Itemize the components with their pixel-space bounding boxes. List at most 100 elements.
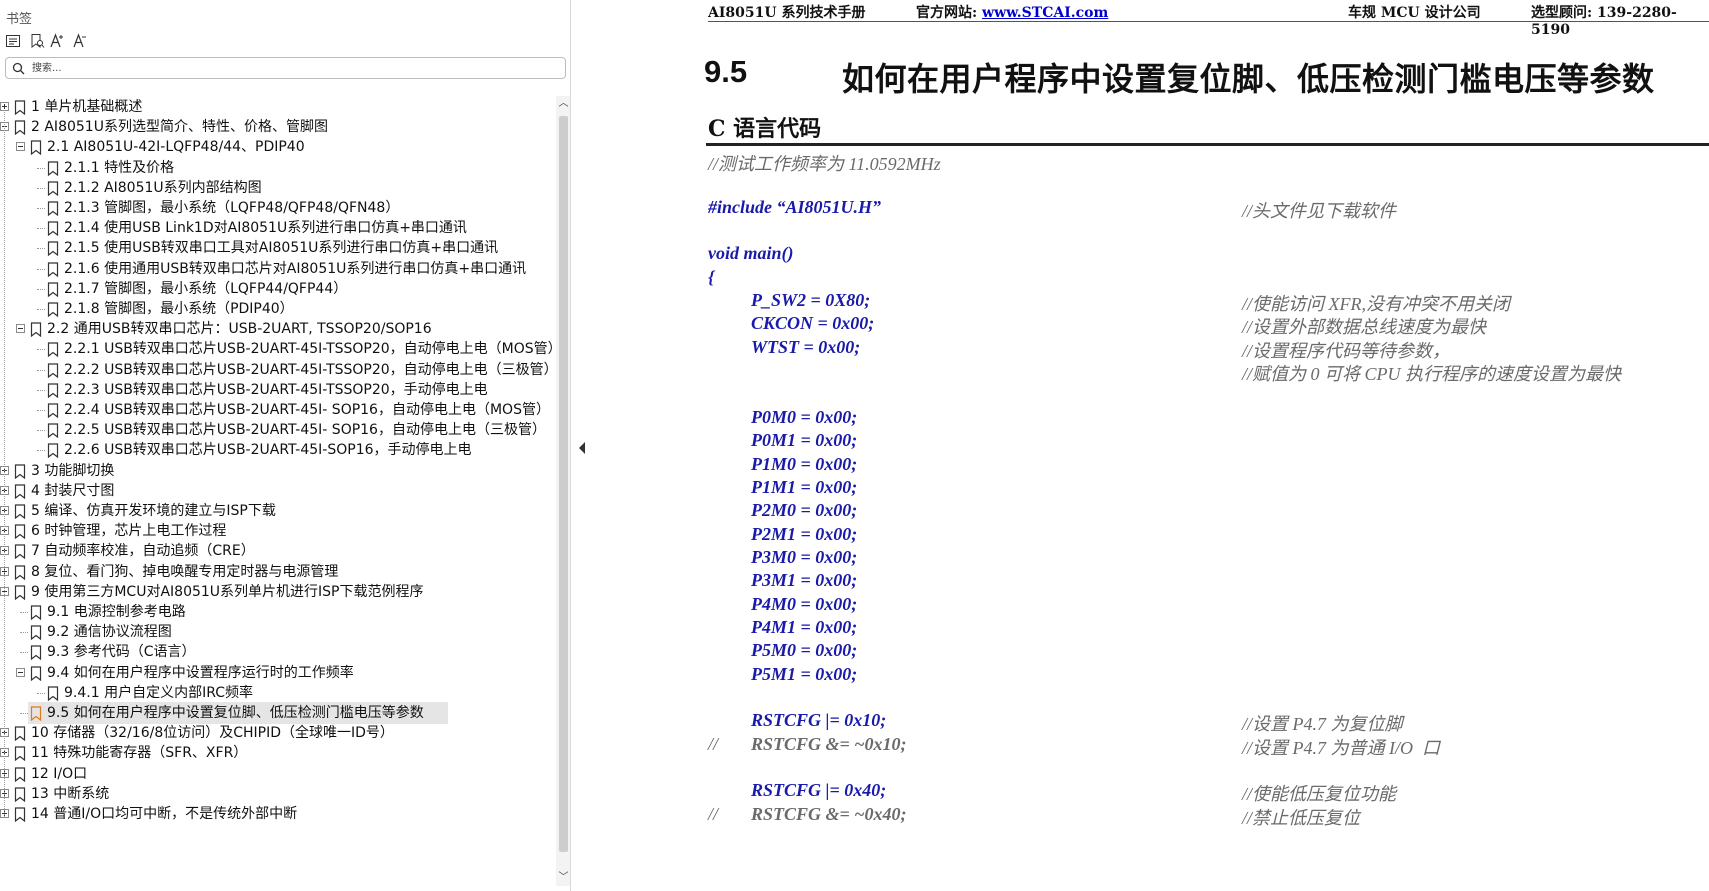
bookmark-icon: [30, 605, 42, 620]
tree-item[interactable]: 2.2.1 USB转双串口芯片USB-2UART-45I-TSSOP20，自动停…: [0, 338, 556, 360]
tree-item[interactable]: 10 存储器（32/16/8位访问）及CHIPID（全球唯一ID号）: [0, 722, 556, 744]
tree-item[interactable]: 2.1.6 使用通用USB转双串口芯片对AI8051U系列进行串口仿真+串口通讯: [0, 258, 556, 280]
bookmark-icon: [47, 282, 59, 297]
tree-item[interactable]: 2.1.2 AI8051U系列内部结构图: [0, 177, 556, 199]
tree-connector: [20, 632, 28, 634]
bookmark-icon: [14, 463, 26, 479]
tree-item[interactable]: 2.2 通用USB转双串口芯片：USB-2UART, TSSOP20/SOP16: [0, 318, 556, 340]
code-line: CKCON = 0x00;: [751, 313, 875, 334]
bookmark-icon: [14, 564, 26, 580]
search-input[interactable]: [32, 59, 552, 77]
collapse-icon[interactable]: [16, 667, 25, 677]
bookmark-icon: [14, 484, 26, 499]
tree-item[interactable]: 2.1.8 管脚图，最小系统（PDIP40）: [0, 298, 556, 320]
tree-item-label: 9.1 电源控制参考电路: [47, 604, 186, 620]
tree-item[interactable]: 9.2 通信协议流程图: [0, 621, 556, 643]
tree-item[interactable]: 6 时钟管理，芯片上电工作过程: [0, 520, 556, 542]
search-field[interactable]: [5, 57, 566, 79]
bookmark-icon: [14, 807, 26, 822]
code-line: P4M0 = 0x00;: [751, 593, 858, 614]
tree-item[interactable]: 14 普通I/O口均可中断，不是传统外部中断: [0, 803, 556, 825]
collapse-panel-icon[interactable]: [578, 440, 586, 454]
tree-item[interactable]: 2.2.2 USB转双串口芯片USB-2UART-45I-TSSOP20，自动停…: [0, 359, 556, 381]
collapse-icon[interactable]: [16, 142, 25, 152]
sidebar-scrollbar[interactable]: ︿ ﹀: [556, 96, 570, 886]
tree-item[interactable]: 5 编译、仿真开发环境的建立与ISP下载: [0, 500, 556, 522]
tree-connector: [37, 369, 45, 371]
website-link[interactable]: www.STCAI.com: [982, 5, 1108, 21]
bookmark-icon: [47, 221, 59, 237]
code-line: P3M0 = 0x00;: [751, 546, 858, 567]
tree-item[interactable]: 9.3 参考代码（C语言）: [0, 641, 556, 663]
bookmark-icon: [47, 403, 59, 418]
tree-item[interactable]: 2.1 AI8051U-42I-LQFP48/44、PDIP40: [0, 136, 556, 158]
bookmark-icon: [30, 665, 42, 681]
tree-item[interactable]: 2.2.3 USB转双串口芯片USB-2UART-45I-TSSOP20，手动停…: [0, 379, 556, 401]
bookmark-icon: [14, 585, 26, 600]
page-header: AI8051U 系列技术手册 官方网站: www.STCAI.com 车规 MC…: [708, 0, 1709, 38]
tree-connector: [37, 248, 45, 250]
bookmark-icon: [14, 544, 26, 560]
bookmark-icon: [14, 504, 26, 519]
tree-item[interactable]: 13 中断系统: [0, 783, 556, 805]
document-page: AI8051U 系列技术手册 官方网站: www.STCAI.com 车规 MC…: [592, 0, 1709, 891]
tree-item[interactable]: 11 特殊功能寄存器（SFR、XFR）: [0, 742, 556, 764]
code-line: P5M0 = 0x00;: [751, 640, 858, 661]
consultant-phone: 选型顾问: 139-2280-5190: [1531, 5, 1677, 38]
tree-item[interactable]: 1 单片机基础概述: [0, 96, 556, 118]
tree-item[interactable]: 8 复位、看门狗、掉电唤醒专用定时器与电源管理: [0, 561, 556, 583]
tree-connector: [37, 410, 45, 411]
tree-item-label: 3 功能脚切换: [31, 462, 115, 479]
code-comment: //使能低压复位功能: [1242, 784, 1397, 805]
tree-connector: [20, 713, 28, 714]
tree-item-label: 2.2.6 USB转双串口芯片USB-2UART-45I-SOP16，手动停电上…: [64, 442, 472, 459]
tree-item-label: 13 中断系统: [31, 785, 110, 802]
tree-item-label: 11 特殊功能寄存器（SFR、XFR）: [31, 745, 248, 762]
tree-item[interactable]: 9.4.1 用户自定义内部IRC频率: [0, 682, 556, 704]
tree-item[interactable]: 2.2.6 USB转双串口芯片USB-2UART-45I-SOP16，手动停电上…: [0, 439, 556, 461]
tree-item[interactable]: 2.2.5 USB转双串口芯片USB-2UART-45I- SOP16，自动停电…: [0, 419, 556, 441]
tree-item[interactable]: 12 I/O口: [0, 763, 556, 785]
code-line: RSTCFG &= ~0x10;: [751, 733, 907, 754]
website-label: 官方网站: www.STCAI.com: [916, 5, 1109, 21]
code-comment: //测试工作频率为 11.0592MHz: [708, 154, 941, 174]
tree-item[interactable]: 9.5 如何在用户程序中设置复位脚、低压检测门槛电压等参数: [0, 702, 556, 724]
scrollbar-thumb[interactable]: [559, 116, 568, 852]
tree-item[interactable]: 2.1.1 特性及价格: [0, 157, 556, 179]
code-line: P1M1 = 0x00;: [751, 476, 858, 497]
tree-item[interactable]: 2.1.4 使用USB Link1D对AI8051U系列进行串口仿真+串口通讯: [0, 217, 556, 239]
code-line: P0M0 = 0x00;: [751, 406, 858, 427]
tree-connector: [37, 167, 45, 169]
code-comment: //头文件见下载软件: [1242, 200, 1397, 221]
bookmark-icon: [14, 524, 26, 540]
scroll-down-icon[interactable]: ﹀: [558, 872, 569, 883]
tree-item-label: 2.1 AI8051U-42I-LQFP48/44、PDIP40: [47, 139, 305, 156]
tree-item-label: 5 编译、仿真开发环境的建立与ISP下载: [31, 503, 276, 519]
scroll-up-icon[interactable]: ︿: [558, 98, 569, 109]
tree-item[interactable]: 2.1.5 使用USB转双串口工具对AI8051U系列进行串口仿真+串口通讯: [0, 237, 556, 259]
expand-all-icon[interactable]: [2, 30, 24, 52]
bookmark-search-icon[interactable]: [26, 30, 48, 52]
font-decrease-icon[interactable]: [69, 30, 91, 52]
tree-item[interactable]: 4 封装尺寸图: [0, 480, 556, 502]
code-comment: //设置 P4.7 为普通 I/O 口: [1242, 737, 1440, 758]
tree-item[interactable]: 7 自动频率校准，自动追频（CRE）: [0, 540, 556, 562]
code-line: {: [708, 266, 715, 287]
font-increase-icon[interactable]: [46, 30, 68, 52]
collapse-icon[interactable]: [16, 324, 25, 334]
code-comment: //设置 P4.7 为复位脚: [1242, 714, 1403, 735]
tree-item[interactable]: 9 使用第三方MCU对AI8051U系列单片机进行ISP下载范例程序: [0, 581, 556, 603]
tree-connector: [37, 288, 45, 290]
tree-item[interactable]: 2.2.4 USB转双串口芯片USB-2UART-45I- SOP16，自动停电…: [0, 399, 556, 421]
tree-item[interactable]: 2.1.3 管脚图，最小系统（LQFP48/QFP48/QFN48）: [0, 197, 556, 219]
tree-item-label: 2.1.2 AI8051U系列内部结构图: [64, 179, 262, 196]
panel-title: 书签: [6, 12, 33, 27]
code-line: P_SW2 = 0X80;: [751, 290, 871, 311]
tree-item[interactable]: 3 功能脚切换: [0, 460, 556, 482]
tree-item[interactable]: 9.1 电源控制参考电路: [0, 601, 556, 623]
tree-item[interactable]: 2 AI8051U系列选型简介、特性、价格、管脚图: [0, 116, 556, 138]
code-line: P3M1 = 0x00;: [751, 570, 858, 591]
tree-item[interactable]: 2.1.7 管脚图，最小系统（LQFP44/QFP44）: [0, 278, 556, 300]
tree-item[interactable]: 9.4 如何在用户程序中设置程序运行时的工作频率: [0, 662, 556, 684]
company-tagline: 车规 MCU 设计公司: [1348, 5, 1481, 21]
